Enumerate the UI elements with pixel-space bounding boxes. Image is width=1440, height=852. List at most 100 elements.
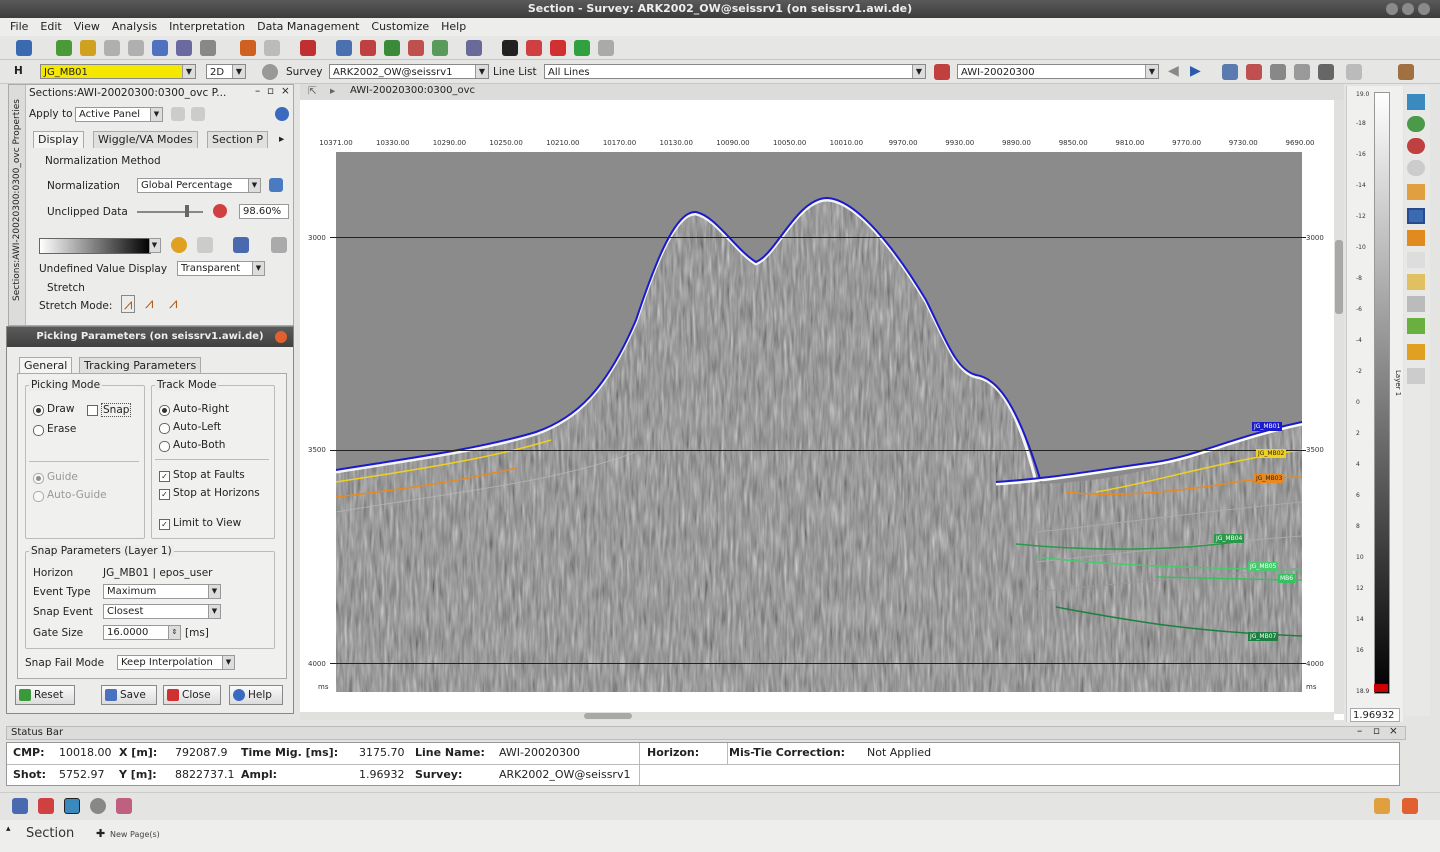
snap-tool-icon[interactable] — [1407, 274, 1425, 290]
tool-b-icon[interactable] — [1246, 64, 1262, 80]
survey-icon[interactable] — [262, 64, 278, 80]
settings-icon[interactable] — [104, 40, 120, 56]
prev-line-icon[interactable]: ◀ — [1168, 63, 1179, 79]
layers-icon[interactable] — [432, 40, 448, 56]
tab-wiggle[interactable]: Wiggle/VA Modes — [93, 131, 198, 148]
seismic-section[interactable] — [336, 152, 1302, 692]
next-line-icon[interactable]: ▶ — [1190, 63, 1201, 79]
snap-fail-select[interactable]: Keep Interpolation ▼ — [117, 655, 235, 670]
tools-icon[interactable] — [466, 40, 482, 56]
vertical-scrollbar[interactable] — [1334, 100, 1344, 714]
pin-icon[interactable]: ⇱ — [308, 85, 317, 97]
guide-radio[interactable] — [33, 473, 44, 484]
dimension-select[interactable]: 2D ▼ — [206, 64, 246, 79]
table-icon[interactable] — [12, 798, 28, 814]
folder-icon[interactable] — [80, 40, 96, 56]
track-tool-icon[interactable] — [1407, 296, 1425, 312]
pick-icon[interactable] — [300, 40, 316, 56]
zoom-in-icon[interactable] — [1407, 116, 1425, 132]
grid-view-icon[interactable] — [116, 798, 132, 814]
tool-a-icon[interactable] — [1222, 64, 1238, 80]
tab-display[interactable]: Display — [33, 131, 84, 148]
tool-f-icon[interactable] — [1346, 64, 1362, 80]
picking-close-icon[interactable] — [275, 331, 287, 343]
panel-close-icon[interactable]: × — [281, 85, 290, 97]
plus-icon[interactable]: ✚ — [96, 827, 105, 840]
new-page-link[interactable]: New Page(s) — [110, 830, 160, 839]
extra-tool-icon[interactable] — [1407, 368, 1425, 384]
unclipped-input[interactable]: 98.60% — [239, 204, 289, 219]
reset-clip-icon[interactable] — [213, 204, 227, 218]
reset-button[interactable]: Reset — [15, 685, 75, 705]
zoom-icon[interactable] — [360, 40, 376, 56]
horizon-tool-icon[interactable] — [1407, 318, 1425, 334]
zoom-box-icon[interactable] — [1407, 208, 1425, 224]
lock-icon[interactable] — [171, 107, 185, 121]
horizon-label-mb03[interactable]: JG_MB03 — [1254, 474, 1285, 483]
normalization-select[interactable]: Global Percentage ▼ — [137, 178, 261, 193]
palette-icon[interactable] — [171, 237, 187, 253]
close-icon[interactable] — [1418, 3, 1430, 15]
colortable-preview[interactable] — [39, 238, 151, 254]
copy-settings-icon[interactable] — [191, 107, 205, 121]
horizontal-scroll-thumb[interactable] — [584, 713, 632, 719]
menu-file[interactable]: File — [10, 18, 28, 36]
target-icon[interactable] — [90, 798, 106, 814]
stop-horizons-checkbox[interactable]: ✓ — [159, 489, 170, 500]
maximize-icon[interactable] — [1402, 3, 1414, 15]
forward-icon[interactable] — [502, 40, 518, 56]
notify-icon[interactable] — [1374, 798, 1390, 814]
status-minimize-icon[interactable]: – — [1357, 725, 1362, 737]
line-tool-icon[interactable] — [934, 64, 950, 80]
horizon-label-mb6[interactable]: MB6 — [1278, 574, 1296, 583]
pencil-icon[interactable] — [1407, 230, 1425, 246]
save-norm-icon[interactable] — [269, 178, 283, 192]
horizon-select[interactable]: JG_MB01 ▼ — [40, 64, 196, 79]
tool-d-icon[interactable] — [1294, 64, 1310, 80]
horizon-label-mb04[interactable]: JG_MB04 — [1214, 534, 1245, 543]
panel-minimize-icon[interactable]: – — [255, 85, 260, 97]
minimize-icon[interactable] — [1386, 3, 1398, 15]
move-icon[interactable] — [574, 40, 590, 56]
draw-radio[interactable] — [33, 405, 44, 416]
auto-both-radio[interactable] — [159, 441, 170, 452]
gate-size-input[interactable]: 16.0000 ⇕ — [103, 625, 181, 640]
stretch-mode-1-icon[interactable]: ⩘ — [121, 295, 136, 313]
save-as-icon[interactable] — [176, 40, 192, 56]
save-colors-icon[interactable] — [233, 237, 249, 253]
snap-checkbox[interactable] — [87, 405, 98, 416]
line-select[interactable]: AWI-20020300 ▼ — [957, 64, 1159, 79]
save-button[interactable]: Save — [101, 685, 157, 705]
horizontal-scrollbar[interactable] — [300, 712, 1334, 720]
auto-guide-radio[interactable] — [33, 491, 44, 502]
open-icon[interactable] — [56, 40, 72, 56]
vertical-scroll-thumb[interactable] — [1335, 240, 1343, 314]
ruler-icon[interactable] — [1407, 344, 1425, 360]
horizon-label-mb05[interactable]: JG_MB05 — [1248, 562, 1279, 571]
tab-scroll-icon[interactable]: ▸ — [279, 133, 284, 145]
erase-radio[interactable] — [33, 425, 44, 436]
stop-faults-checkbox[interactable]: ✓ — [159, 471, 170, 482]
tab-section[interactable]: Section P — [207, 131, 268, 148]
apply-to-select[interactable]: Active Panel ▼ — [75, 107, 163, 122]
stretch-mode-2-icon[interactable]: ⩘ — [145, 295, 153, 311]
page-tab-arrow-icon[interactable]: ▴ — [6, 824, 11, 834]
auto-left-radio[interactable] — [159, 423, 170, 434]
status-float-icon[interactable]: ▫ — [1373, 725, 1380, 737]
map-icon[interactable] — [64, 798, 80, 814]
horizon-label-mb02[interactable]: JG_MB02 — [1256, 449, 1287, 458]
status-close-icon[interactable]: × — [1389, 725, 1398, 737]
colors-settings-icon[interactable] — [271, 237, 287, 253]
unclipped-slider-handle[interactable] — [185, 205, 189, 217]
undefined-select[interactable]: Transparent ▼ — [177, 261, 265, 276]
tab-tracking[interactable]: Tracking Parameters — [79, 357, 202, 374]
auto-right-radio[interactable] — [159, 405, 170, 416]
cross-icon[interactable] — [550, 40, 566, 56]
menu-customize[interactable]: Customize — [371, 18, 429, 36]
event-type-select[interactable]: Maximum ▼ — [103, 584, 221, 599]
tool-e-icon[interactable] — [1318, 64, 1334, 80]
tab-general[interactable]: General — [19, 357, 73, 374]
chart-icon[interactable] — [38, 798, 54, 814]
edit-colors-icon[interactable] — [197, 237, 213, 253]
survey-select[interactable]: ARK2002_OW@seissrv1 ▼ — [329, 64, 489, 79]
